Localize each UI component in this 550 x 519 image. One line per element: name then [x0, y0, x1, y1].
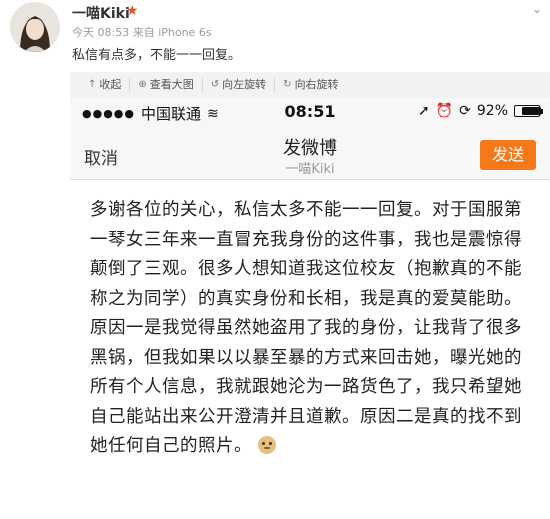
collapse-icon: ↑	[88, 79, 97, 90]
battery-percent: 92%	[476, 103, 508, 119]
compose-area[interactable]: 多谢各位的关心，私信太多不能一一回复。对于国服第一琴女三年来一直冒充我身份的这件…	[70, 180, 550, 519]
avatar[interactable]	[10, 2, 60, 52]
rotation-lock-icon: ⟳	[459, 103, 471, 119]
post-text: 私信有点多，不能一一回复。	[72, 48, 242, 63]
vip-badge-icon: ★	[126, 3, 139, 19]
view-large-button[interactable]: ⊕ 查看大图	[130, 78, 203, 92]
zoom-icon: ⊕	[138, 79, 147, 90]
embedded-screenshot: ●●●●● 中国联通 ≋ 08:51 ➚ ⏰ ⟳ 92% 取消 发微博 一喵Ki…	[70, 98, 550, 519]
username[interactable]: 一喵Kiki	[72, 3, 130, 23]
doge-emoji-icon	[258, 436, 276, 454]
page-subtitle: 一喵Kiki	[285, 162, 335, 177]
rotate-left-icon: ↺	[210, 79, 220, 90]
send-button[interactable]: 发送	[480, 140, 536, 170]
alarm-icon: ⏰	[435, 103, 454, 119]
rotate-right-icon: ↻	[283, 79, 292, 90]
collapse-button[interactable]: ↑ 收起	[80, 78, 131, 92]
image-toolbar: ↑ 收起 ⊕ 查看大图 ↺ 向左旋转 ↻ 向右旋转	[70, 72, 550, 98]
chevron-down-icon[interactable]: ⌄	[532, 2, 542, 16]
rotate-left-label: 向左旋转	[222, 78, 267, 91]
status-bar: ●●●●● 中国联通 ≋ 08:51 ➚ ⏰ ⟳ 92%	[70, 98, 550, 128]
collapse-label: 收起	[99, 78, 122, 91]
page-title: 发微博	[283, 138, 337, 159]
rotate-left-button[interactable]: ↺ 向左旋转	[203, 78, 276, 92]
post-meta: 今天 08:53 来自 iPhone 6s	[72, 26, 212, 39]
weibo-post: 一喵Kiki ★ 今天 08:53 来自 iPhone 6s ⌄ 私信有点多，不…	[0, 0, 550, 519]
battery-icon	[514, 105, 543, 117]
view-large-label: 查看大图	[149, 78, 194, 91]
compose-text[interactable]: 多谢各位的关心，私信太多不能一一回复。对于国服第一琴女三年来一直冒充我身份的这件…	[90, 196, 535, 462]
rotate-right-button[interactable]: ↻ 向右旋转	[275, 78, 346, 92]
compose-text-content: 多谢各位的关心，私信太多不能一一回复。对于国服第一琴女三年来一直冒充我身份的这件…	[90, 200, 522, 456]
compose-navbar: 取消 发微博 一喵Kiki 发送	[70, 128, 550, 180]
location-icon: ➚	[417, 103, 430, 119]
rotate-right-label: 向右旋转	[294, 78, 339, 91]
